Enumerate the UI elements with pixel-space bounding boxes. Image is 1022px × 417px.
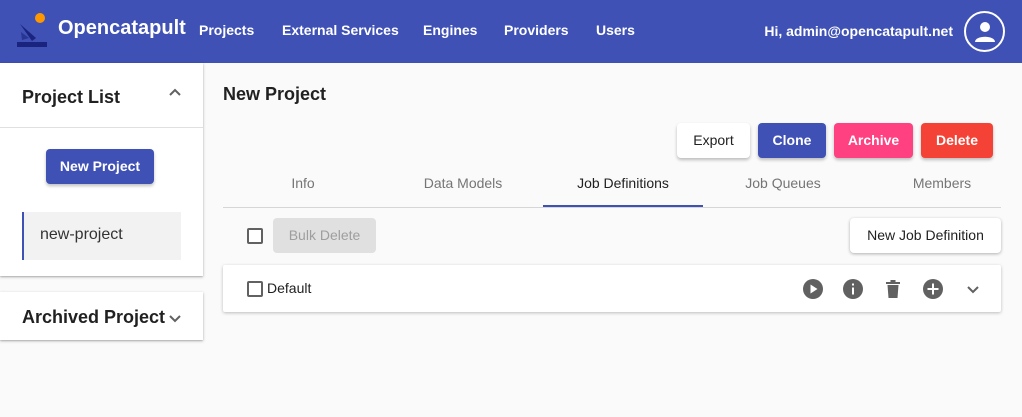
project-list-card: Project List New Project new-project xyxy=(0,63,203,276)
nav-users[interactable]: Users xyxy=(596,22,635,38)
archive-button[interactable]: Archive xyxy=(834,123,913,158)
play-icon[interactable] xyxy=(802,278,824,300)
tabs-divider xyxy=(223,207,1001,208)
page-title: New Project xyxy=(223,84,327,104)
tab-job-queues[interactable]: Job Queues xyxy=(703,160,863,208)
archived-project-title: Archived Project xyxy=(22,307,166,327)
chevron-down-icon[interactable] xyxy=(168,314,182,324)
user-greeting: Hi, admin@opencatapult.net xyxy=(764,23,953,39)
new-project-button[interactable]: New Project xyxy=(46,149,154,184)
catapult-logo-icon xyxy=(17,13,47,47)
trash-icon[interactable] xyxy=(882,278,904,300)
chevron-up-icon[interactable] xyxy=(168,87,182,97)
nav-providers[interactable]: Providers xyxy=(504,22,569,38)
job-row-checkbox[interactable] xyxy=(247,281,263,297)
export-button[interactable]: Export xyxy=(677,123,750,158)
expand-icon[interactable] xyxy=(962,278,984,300)
active-tab-indicator xyxy=(543,205,703,207)
tab-job-definitions[interactable]: Job Definitions xyxy=(543,160,703,208)
delete-button[interactable]: Delete xyxy=(921,123,993,158)
account-button[interactable] xyxy=(964,11,1005,52)
divider xyxy=(0,127,203,128)
nav-projects[interactable]: Projects xyxy=(199,22,254,38)
account-icon xyxy=(975,22,995,42)
project-list-title: Project List xyxy=(22,87,121,107)
job-definition-row[interactable]: Default xyxy=(223,265,1001,312)
top-app-bar: Opencatapult Projects External Services … xyxy=(0,0,1022,63)
nav-engines[interactable]: Engines xyxy=(423,22,477,38)
tab-members[interactable]: Members xyxy=(862,160,1022,208)
bulk-delete-button[interactable]: Bulk Delete xyxy=(273,218,376,253)
job-definition-name: Default xyxy=(267,280,312,296)
clone-button[interactable]: Clone xyxy=(758,123,826,158)
select-all-checkbox[interactable] xyxy=(247,228,263,244)
archived-project-card[interactable]: Archived Project xyxy=(0,292,203,340)
project-list-item[interactable]: new-project xyxy=(22,212,181,260)
brand-name[interactable]: Opencatapult xyxy=(58,17,186,40)
tab-info[interactable]: Info xyxy=(223,160,383,208)
new-job-definition-button[interactable]: New Job Definition xyxy=(850,218,1001,253)
info-icon[interactable] xyxy=(842,278,864,300)
nav-external-services[interactable]: External Services xyxy=(282,22,399,38)
tab-data-models[interactable]: Data Models xyxy=(383,160,543,208)
add-circle-icon[interactable] xyxy=(922,278,944,300)
